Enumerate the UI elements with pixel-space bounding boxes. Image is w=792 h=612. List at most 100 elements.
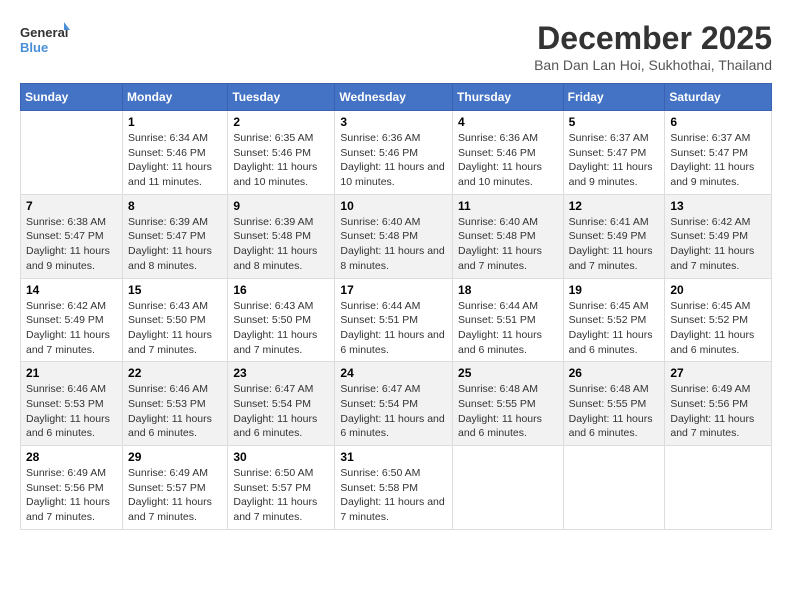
calendar-cell: 15 Sunrise: 6:43 AMSunset: 5:50 PMDayligh… xyxy=(123,278,228,362)
day-info: Sunrise: 6:44 AMSunset: 5:51 PMDaylight:… xyxy=(458,299,558,358)
day-info: Sunrise: 6:49 AMSunset: 5:56 PMDaylight:… xyxy=(670,382,766,441)
header-thursday: Thursday xyxy=(453,84,564,111)
calendar-cell: 18 Sunrise: 6:44 AMSunset: 5:51 PMDayligh… xyxy=(453,278,564,362)
day-info: Sunrise: 6:39 AMSunset: 5:47 PMDaylight:… xyxy=(128,215,222,274)
day-info: Sunrise: 6:48 AMSunset: 5:55 PMDaylight:… xyxy=(458,382,558,441)
day-number: 1 xyxy=(128,115,222,129)
calendar-week-1: 7Sunrise: 6:38 AMSunset: 5:47 PMDaylight… xyxy=(21,194,772,278)
day-number: 9 xyxy=(233,199,329,213)
calendar-body: 1 Sunrise: 6:34 AMSunset: 5:46 PMDaylight… xyxy=(21,111,772,530)
calendar-cell: 23 Sunrise: 6:47 AMSunset: 5:54 PMDayligh… xyxy=(228,362,335,446)
day-info: Sunrise: 6:40 AMSunset: 5:48 PMDaylight:… xyxy=(458,215,558,274)
svg-text:General: General xyxy=(20,25,68,40)
calendar-cell xyxy=(563,446,665,530)
header-monday: Monday xyxy=(123,84,228,111)
calendar-week-3: 21 Sunrise: 6:46 AMSunset: 5:53 PMDayligh… xyxy=(21,362,772,446)
header-tuesday: Tuesday xyxy=(228,84,335,111)
calendar-cell: 25 Sunrise: 6:48 AMSunset: 5:55 PMDayligh… xyxy=(453,362,564,446)
calendar-cell: 10Sunrise: 6:40 AMSunset: 5:48 PMDayligh… xyxy=(335,194,453,278)
calendar-cell: 17Sunrise: 6:44 AMSunset: 5:51 PMDayligh… xyxy=(335,278,453,362)
day-info: Sunrise: 6:47 AMSunset: 5:54 PMDaylight:… xyxy=(340,382,447,441)
day-number: 6 xyxy=(670,115,766,129)
day-number: 22 xyxy=(128,366,222,380)
calendar-week-2: 14 Sunrise: 6:42 AMSunset: 5:49 PMDayligh… xyxy=(21,278,772,362)
day-number: 8 xyxy=(128,199,222,213)
calendar-cell: 3 Sunrise: 6:36 AMSunset: 5:46 PMDaylight… xyxy=(335,111,453,195)
day-number: 5 xyxy=(569,115,660,129)
calendar-week-0: 1 Sunrise: 6:34 AMSunset: 5:46 PMDaylight… xyxy=(21,111,772,195)
calendar-cell: 12Sunrise: 6:41 AMSunset: 5:49 PMDayligh… xyxy=(563,194,665,278)
logo: General Blue xyxy=(20,20,70,60)
day-number: 31 xyxy=(340,450,447,464)
day-info: Sunrise: 6:47 AMSunset: 5:54 PMDaylight:… xyxy=(233,382,329,441)
logo-svg: General Blue xyxy=(20,20,70,60)
calendar-cell: 7Sunrise: 6:38 AMSunset: 5:47 PMDaylight… xyxy=(21,194,123,278)
day-number: 15 xyxy=(128,283,222,297)
header-row: Sunday Monday Tuesday Wednesday Thursday… xyxy=(21,84,772,111)
calendar-cell xyxy=(453,446,564,530)
day-number: 14 xyxy=(26,283,117,297)
calendar-cell: 19Sunrise: 6:45 AMSunset: 5:52 PMDayligh… xyxy=(563,278,665,362)
day-info: Sunrise: 6:46 AMSunset: 5:53 PMDaylight:… xyxy=(128,382,222,441)
day-number: 20 xyxy=(670,283,766,297)
calendar-cell: 30Sunrise: 6:50 AMSunset: 5:57 PMDayligh… xyxy=(228,446,335,530)
calendar-cell: 31Sunrise: 6:50 AMSunset: 5:58 PMDayligh… xyxy=(335,446,453,530)
calendar-cell: 4 Sunrise: 6:36 AMSunset: 5:46 PMDaylight… xyxy=(453,111,564,195)
day-number: 24 xyxy=(340,366,447,380)
day-info: Sunrise: 6:42 AMSunset: 5:49 PMDaylight:… xyxy=(670,215,766,274)
day-number: 28 xyxy=(26,450,117,464)
calendar-table: Sunday Monday Tuesday Wednesday Thursday… xyxy=(20,83,772,530)
day-number: 29 xyxy=(128,450,222,464)
calendar-week-4: 28Sunrise: 6:49 AMSunset: 5:56 PMDayligh… xyxy=(21,446,772,530)
calendar-cell: 20Sunrise: 6:45 AMSunset: 5:52 PMDayligh… xyxy=(665,278,772,362)
page-header: General Blue December 2025 Ban Dan Lan H… xyxy=(20,20,772,73)
svg-text:Blue: Blue xyxy=(20,40,48,55)
calendar-cell: 21Sunrise: 6:46 AMSunset: 5:53 PMDayligh… xyxy=(21,362,123,446)
calendar-cell xyxy=(665,446,772,530)
location: Ban Dan Lan Hoi, Sukhothai, Thailand xyxy=(534,57,772,73)
day-number: 11 xyxy=(458,199,558,213)
month-title: December 2025 xyxy=(534,20,772,57)
day-number: 10 xyxy=(340,199,447,213)
day-info: Sunrise: 6:35 AMSunset: 5:46 PMDaylight:… xyxy=(233,131,329,190)
calendar-cell: 29 Sunrise: 6:49 AMSunset: 5:57 PMDayligh… xyxy=(123,446,228,530)
calendar-cell: 8 Sunrise: 6:39 AMSunset: 5:47 PMDaylight… xyxy=(123,194,228,278)
calendar-cell: 14 Sunrise: 6:42 AMSunset: 5:49 PMDayligh… xyxy=(21,278,123,362)
day-info: Sunrise: 6:43 AMSunset: 5:50 PMDaylight:… xyxy=(233,299,329,358)
day-info: Sunrise: 6:37 AMSunset: 5:47 PMDaylight:… xyxy=(569,131,660,190)
calendar-cell: 26Sunrise: 6:48 AMSunset: 5:55 PMDayligh… xyxy=(563,362,665,446)
day-number: 13 xyxy=(670,199,766,213)
calendar-cell: 9Sunrise: 6:39 AMSunset: 5:48 PMDaylight… xyxy=(228,194,335,278)
day-info: Sunrise: 6:43 AMSunset: 5:50 PMDaylight:… xyxy=(128,299,222,358)
calendar-cell: 16 Sunrise: 6:43 AMSunset: 5:50 PMDayligh… xyxy=(228,278,335,362)
day-number: 25 xyxy=(458,366,558,380)
calendar-cell: 6 Sunrise: 6:37 AMSunset: 5:47 PMDaylight… xyxy=(665,111,772,195)
calendar-cell: 27 Sunrise: 6:49 AMSunset: 5:56 PMDayligh… xyxy=(665,362,772,446)
calendar-cell: 1 Sunrise: 6:34 AMSunset: 5:46 PMDaylight… xyxy=(123,111,228,195)
header-saturday: Saturday xyxy=(665,84,772,111)
day-info: Sunrise: 6:36 AMSunset: 5:46 PMDaylight:… xyxy=(458,131,558,190)
day-info: Sunrise: 6:42 AMSunset: 5:49 PMDaylight:… xyxy=(26,299,117,358)
day-number: 21 xyxy=(26,366,117,380)
day-number: 27 xyxy=(670,366,766,380)
day-info: Sunrise: 6:38 AMSunset: 5:47 PMDaylight:… xyxy=(26,215,117,274)
day-number: 3 xyxy=(340,115,447,129)
day-number: 4 xyxy=(458,115,558,129)
day-info: Sunrise: 6:36 AMSunset: 5:46 PMDaylight:… xyxy=(340,131,447,190)
day-info: Sunrise: 6:34 AMSunset: 5:46 PMDaylight:… xyxy=(128,131,222,190)
day-info: Sunrise: 6:45 AMSunset: 5:52 PMDaylight:… xyxy=(569,299,660,358)
calendar-cell: 13 Sunrise: 6:42 AMSunset: 5:49 PMDayligh… xyxy=(665,194,772,278)
header-friday: Friday xyxy=(563,84,665,111)
day-number: 30 xyxy=(233,450,329,464)
day-number: 2 xyxy=(233,115,329,129)
calendar-cell: 24 Sunrise: 6:47 AMSunset: 5:54 PMDayligh… xyxy=(335,362,453,446)
day-info: Sunrise: 6:49 AMSunset: 5:57 PMDaylight:… xyxy=(128,466,222,525)
header-wednesday: Wednesday xyxy=(335,84,453,111)
day-number: 12 xyxy=(569,199,660,213)
day-number: 16 xyxy=(233,283,329,297)
day-number: 18 xyxy=(458,283,558,297)
day-info: Sunrise: 6:37 AMSunset: 5:47 PMDaylight:… xyxy=(670,131,766,190)
day-number: 17 xyxy=(340,283,447,297)
day-number: 23 xyxy=(233,366,329,380)
day-number: 26 xyxy=(569,366,660,380)
